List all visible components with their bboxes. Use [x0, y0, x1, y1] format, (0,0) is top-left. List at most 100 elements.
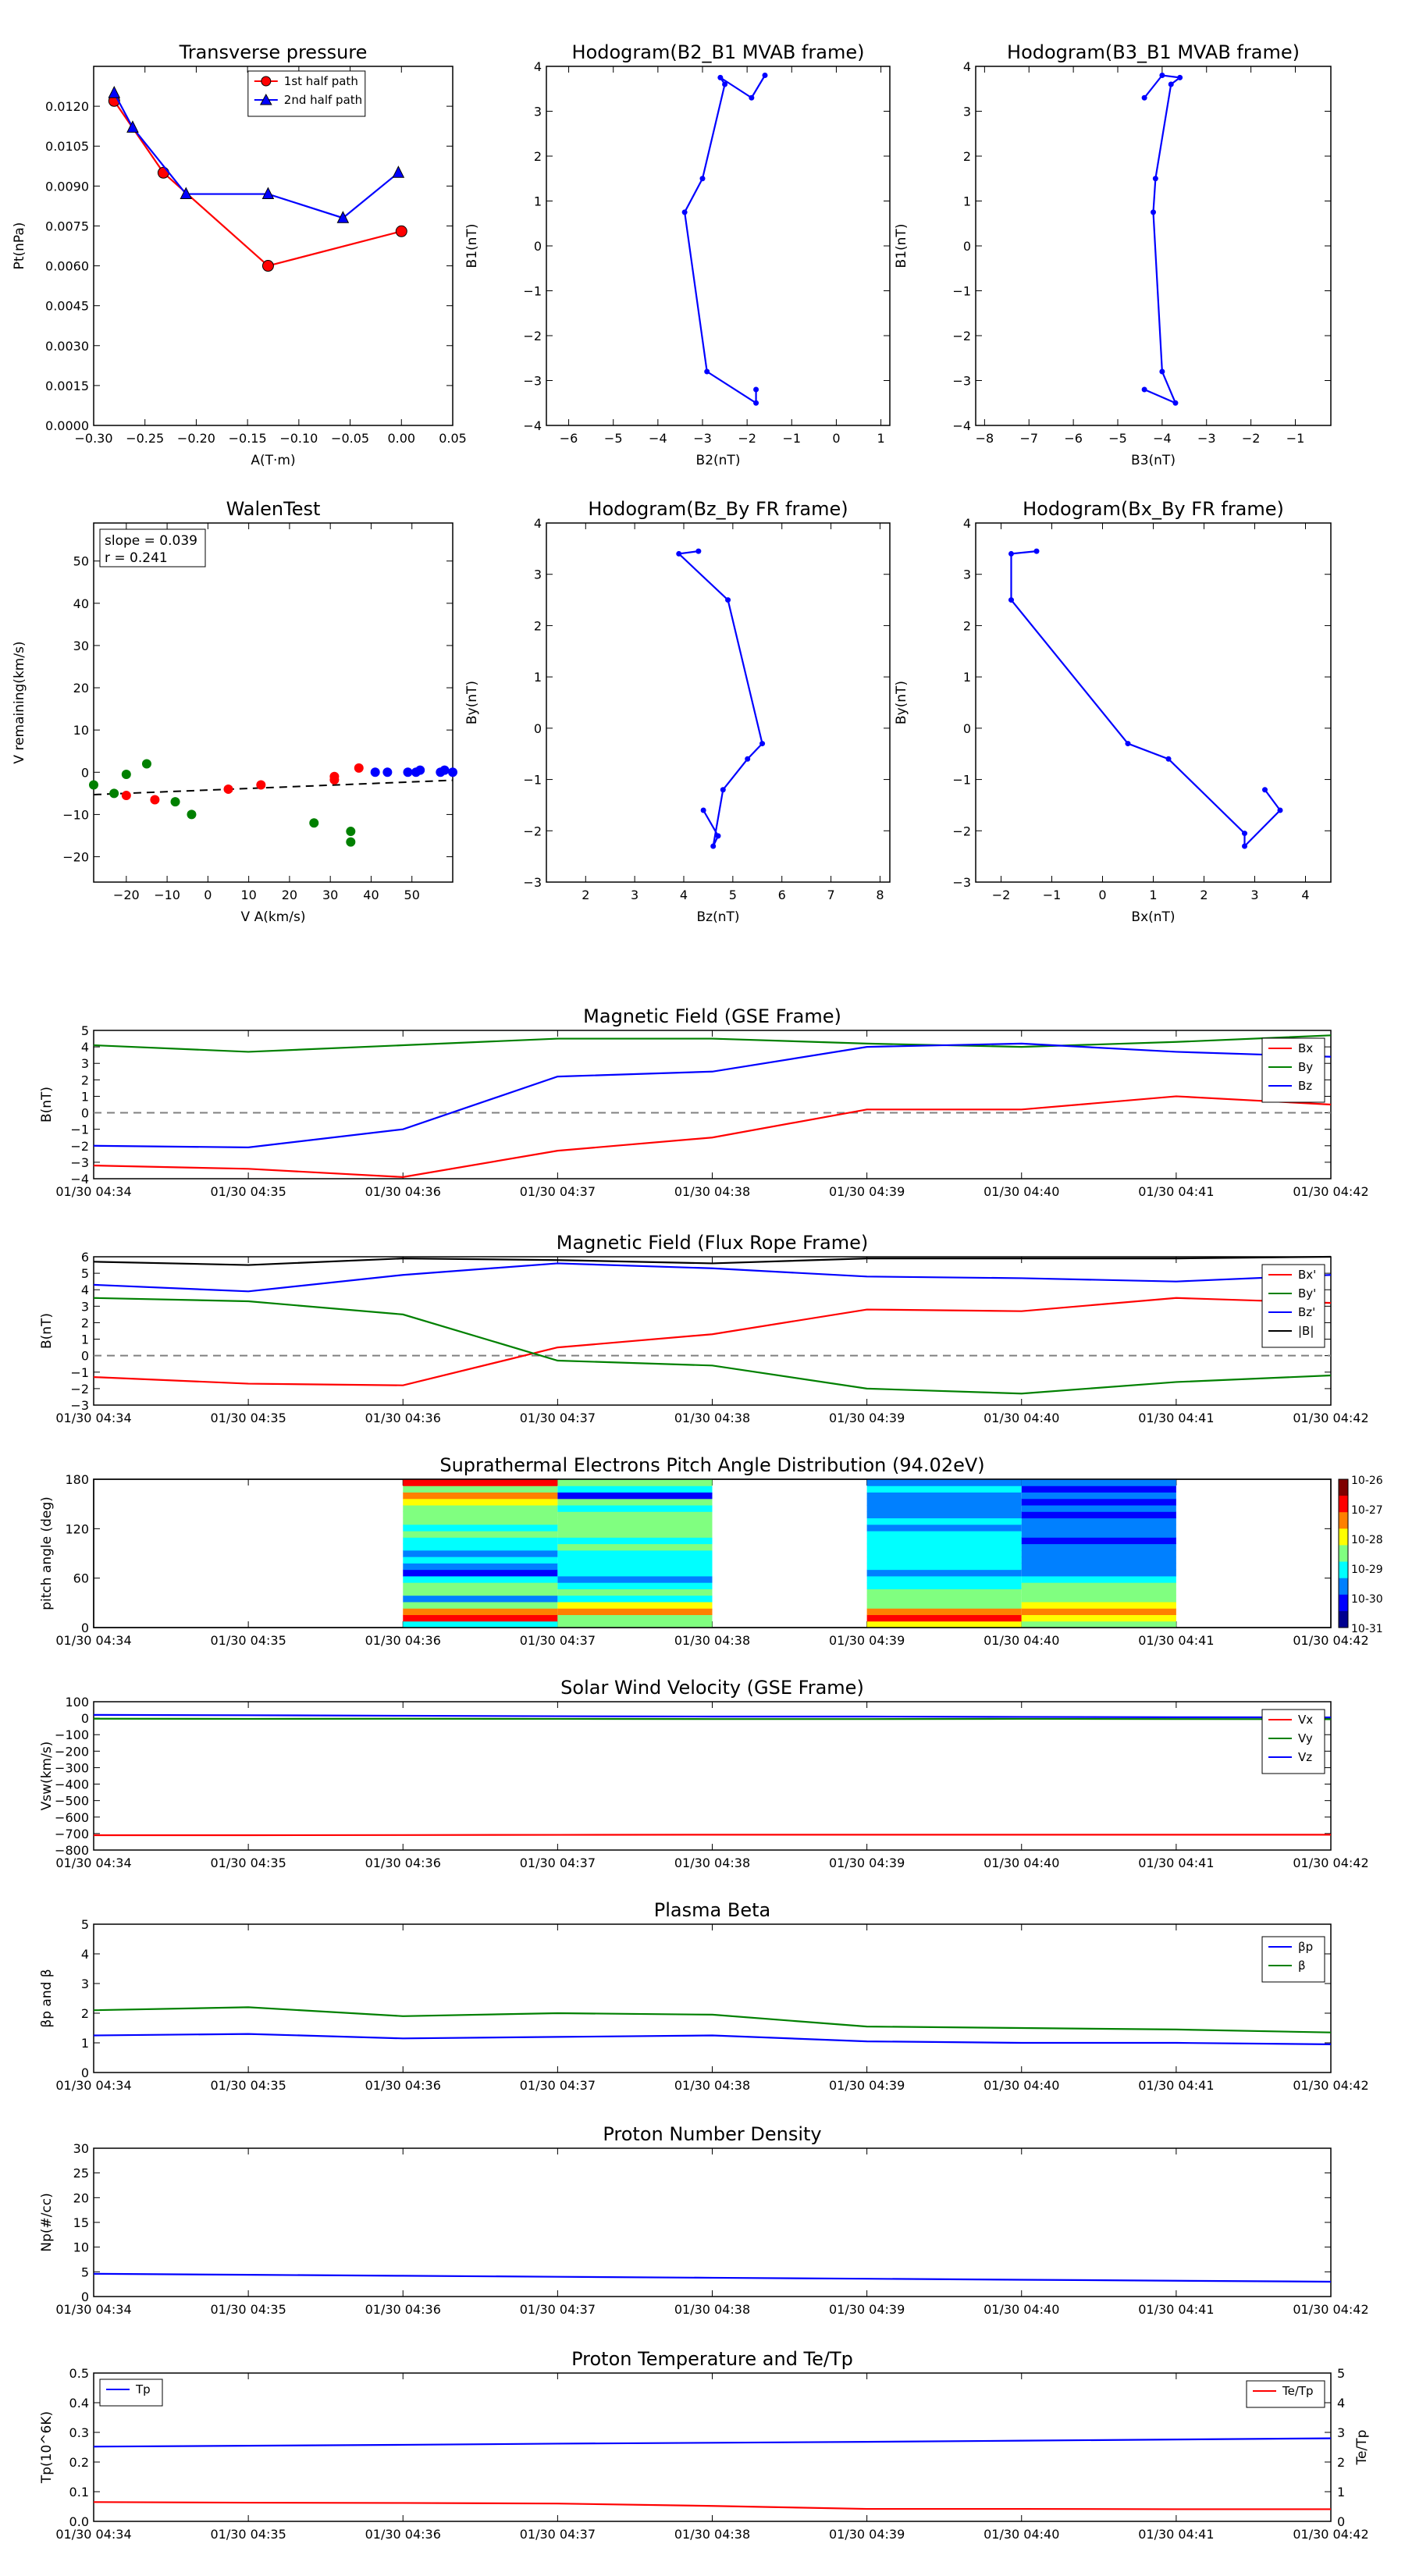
- legend-label: By': [1298, 1286, 1316, 1300]
- colorbar-segment: [1339, 1512, 1348, 1529]
- series-line: [93, 1717, 1332, 1720]
- heatmap-cell: [1021, 1485, 1176, 1493]
- chart-title: Magnetic Field (Flux Rope Frame): [557, 1232, 868, 1254]
- x-tick-label: 01/30 04:39: [829, 1184, 905, 1199]
- x-axis-label: Bx(nT): [1131, 909, 1175, 925]
- x-tick-label: 01/30 04:34: [55, 2527, 131, 2542]
- heatmap-cell: [403, 1485, 558, 1493]
- heatmap-cell: [1021, 1498, 1176, 1506]
- heatmap-cell: [403, 1601, 558, 1609]
- y-tick-label: −100: [55, 1727, 89, 1742]
- series-marker: [1008, 597, 1014, 603]
- y-tick-label: −3: [952, 374, 971, 389]
- plot-frame: [93, 522, 454, 883]
- y-tick-label: 30: [73, 2141, 89, 2156]
- y-axis-label: βp and β: [39, 1969, 55, 2027]
- x-tick-label: 01/30 04:36: [365, 2078, 441, 2093]
- series-marker: [395, 225, 407, 237]
- y-axis-label: B(nT): [39, 1313, 55, 1349]
- x-tick-label: 01/30 04:41: [1138, 2302, 1214, 2317]
- y-tick-label: 0: [534, 239, 542, 254]
- series-marker: [108, 85, 121, 98]
- annotation-text: r = 0.241: [105, 550, 168, 566]
- heatmap-cell: [403, 1531, 558, 1538]
- heatmap-cell: [866, 1505, 1022, 1512]
- legend-label: βp: [1298, 1940, 1313, 1954]
- legend-label: β: [1298, 1959, 1306, 1973]
- y-tick-label: −500: [55, 1794, 89, 1809]
- heatmap-cell: [866, 1550, 1022, 1557]
- y-tick-label: 0.0060: [45, 259, 89, 274]
- heatmap-cell: [557, 1524, 713, 1532]
- colorbar-label: 10-27: [1351, 1504, 1383, 1517]
- chart-title: Solar Wind Velocity (GSE Frame): [560, 1677, 864, 1699]
- heatmap-cell: [403, 1614, 558, 1622]
- series-line: [93, 1297, 1332, 1395]
- heatmap-cell: [403, 1621, 558, 1628]
- series-marker: [725, 597, 731, 603]
- x-tick-label: 01/30 04:36: [365, 2527, 441, 2542]
- heatmap-cell: [866, 1582, 1022, 1589]
- heatmap-cell: [557, 1608, 713, 1615]
- chart-3: −20 −10 0 10 20 30 40 50 −20 −10 0 10 20 30 40 50 WalenT…: [12, 498, 457, 925]
- x-tick-label: 01/30 04:42: [1293, 2302, 1368, 2317]
- heatmap-cell: [866, 1485, 1022, 1493]
- legend-label: Tp: [135, 2382, 151, 2396]
- series-marker: [1165, 756, 1172, 762]
- heatmap-cell: [1021, 1575, 1176, 1583]
- series-marker: [1242, 831, 1247, 837]
- heatmap-cell: [866, 1511, 1022, 1519]
- plot-frame: [93, 1030, 1332, 1179]
- y-tick-label: 10: [73, 723, 89, 738]
- y-tick-label: 5: [81, 1023, 89, 1038]
- y-tick-label: −3: [523, 374, 542, 389]
- scatter-point: [121, 791, 131, 801]
- plot-frame: [975, 522, 1332, 883]
- heatmap-cell: [403, 1589, 558, 1596]
- chart-title: WalenTest: [226, 498, 321, 520]
- x-tick-label: 01/30 04:35: [210, 1411, 286, 1425]
- y-axis-label: Pt(nPa): [12, 222, 27, 270]
- series-marker: [745, 756, 751, 762]
- chart-6: −4−3−2−101234501/30 04:34 01/30 04:35 01/3…: [39, 1005, 1369, 1199]
- scatter-point: [346, 837, 356, 847]
- colorbar-segment: [1339, 1545, 1348, 1563]
- heatmap-cell: [866, 1569, 1022, 1577]
- y-tick-label: −2: [70, 1139, 89, 1154]
- x-tick-label: 3: [631, 888, 638, 902]
- heatmap-cell: [403, 1492, 558, 1500]
- heatmap-cell: [403, 1563, 558, 1571]
- x-tick-label: 01/30 04:39: [829, 1411, 905, 1425]
- y-tick-label: 0.4: [69, 2396, 89, 2411]
- y-tick-label: 1: [81, 1089, 89, 1104]
- series-marker: [1172, 400, 1179, 406]
- chart-title: Hodogram(Bx_By FR frame): [1023, 498, 1284, 520]
- right-tick-label: 4: [1337, 2396, 1345, 2411]
- legend-label: Bz': [1298, 1305, 1315, 1319]
- right-tick-label: 3: [1337, 2425, 1345, 2440]
- right-tick-label: 0: [1337, 2514, 1345, 2529]
- y-axis-label: B(nT): [39, 1087, 55, 1123]
- x-tick-label: 01/30 04:36: [365, 1411, 441, 1425]
- y-tick-label: 0: [81, 765, 89, 780]
- y-tick-label: 2: [81, 1315, 89, 1330]
- x-tick-label: 0: [832, 431, 840, 446]
- y-tick-label: 2: [963, 149, 971, 164]
- scatter-point: [354, 763, 364, 773]
- heatmap-cell: [866, 1595, 1022, 1603]
- plot-frame: [93, 1701, 1332, 1851]
- y-axis-label: Np(#/cc): [39, 2193, 55, 2251]
- x-tick-label: 01/30 04:38: [674, 1633, 750, 1648]
- chart-0: 0.00000.00150.00300.00450.00600.00750.00…: [12, 41, 467, 468]
- scatter-point: [403, 767, 413, 777]
- series-line: [1010, 550, 1282, 849]
- y-tick-label: 0.0015: [45, 379, 89, 393]
- y-tick-label: 120: [65, 1521, 89, 1536]
- x-tick-label: 01/30 04:38: [674, 2302, 750, 2317]
- x-tick-label: 01/30 04:40: [984, 2302, 1059, 2317]
- heatmap-cell: [866, 1524, 1022, 1532]
- series-marker: [1152, 176, 1158, 182]
- plot-frame: [93, 1923, 1332, 2073]
- y-tick-label: −4: [952, 418, 971, 433]
- right-tick-label: 1: [1337, 2485, 1345, 2500]
